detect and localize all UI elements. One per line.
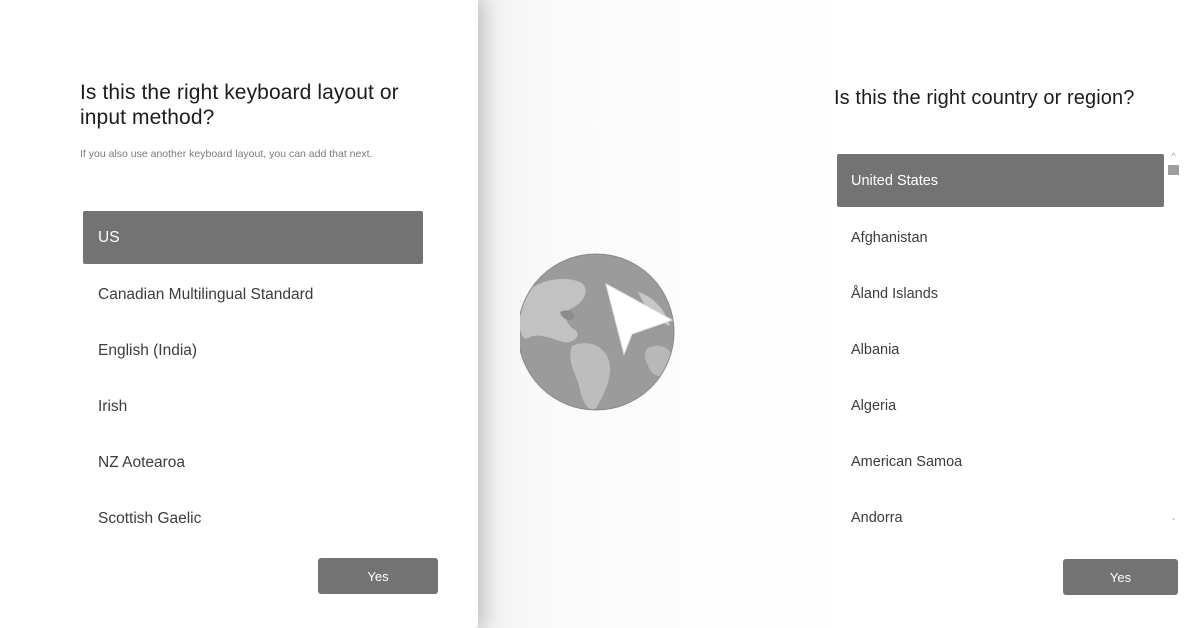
region-title: Is this the right country or region?: [834, 87, 1135, 109]
country-list[interactable]: United States Afghanistan Åland Islands …: [837, 154, 1164, 546]
globe-graphic: [517, 253, 675, 411]
chevron-up-icon[interactable]: ^: [1169, 152, 1178, 161]
keyboard-layout-panel: Is this the right keyboard layout or inp…: [0, 0, 478, 628]
layout-option-nz-aotearoa[interactable]: NZ Aotearoa: [83, 435, 423, 491]
country-option-american-samoa[interactable]: American Samoa: [837, 434, 1164, 490]
keyboard-layout-title: Is this the right keyboard layout or inp…: [80, 81, 399, 129]
country-option-andorra[interactable]: Andorra: [837, 490, 1164, 546]
chevron-down-icon[interactable]: ⌄: [1169, 514, 1178, 522]
keyboard-layout-list[interactable]: US Canadian Multilingual Standard Englis…: [83, 211, 423, 547]
scrollbar-thumb[interactable]: [1168, 165, 1179, 175]
country-option-albania[interactable]: Albania: [837, 322, 1164, 378]
layout-option-irish[interactable]: Irish: [83, 379, 423, 435]
country-option-afghanistan[interactable]: Afghanistan: [837, 210, 1164, 266]
layout-option-english-india[interactable]: English (India): [83, 323, 423, 379]
layout-option-us[interactable]: US: [83, 211, 423, 264]
globe-with-cursor-icon: [517, 252, 676, 414]
region-yes-button[interactable]: Yes: [1063, 559, 1178, 595]
country-list-scrollbar[interactable]: ^ ⌄: [1165, 152, 1181, 532]
layout-option-scottish-gaelic[interactable]: Scottish Gaelic: [83, 491, 423, 547]
layout-option-canadian-multilingual[interactable]: Canadian Multilingual Standard: [83, 267, 423, 323]
country-option-algeria[interactable]: Algeria: [837, 378, 1164, 434]
country-option-united-states[interactable]: United States: [837, 154, 1164, 207]
keyboard-layout-subtitle: If you also use another keyboard layout,…: [80, 148, 373, 160]
keyboard-yes-button[interactable]: Yes: [318, 558, 438, 594]
country-option-aland-islands[interactable]: Åland Islands: [837, 266, 1164, 322]
